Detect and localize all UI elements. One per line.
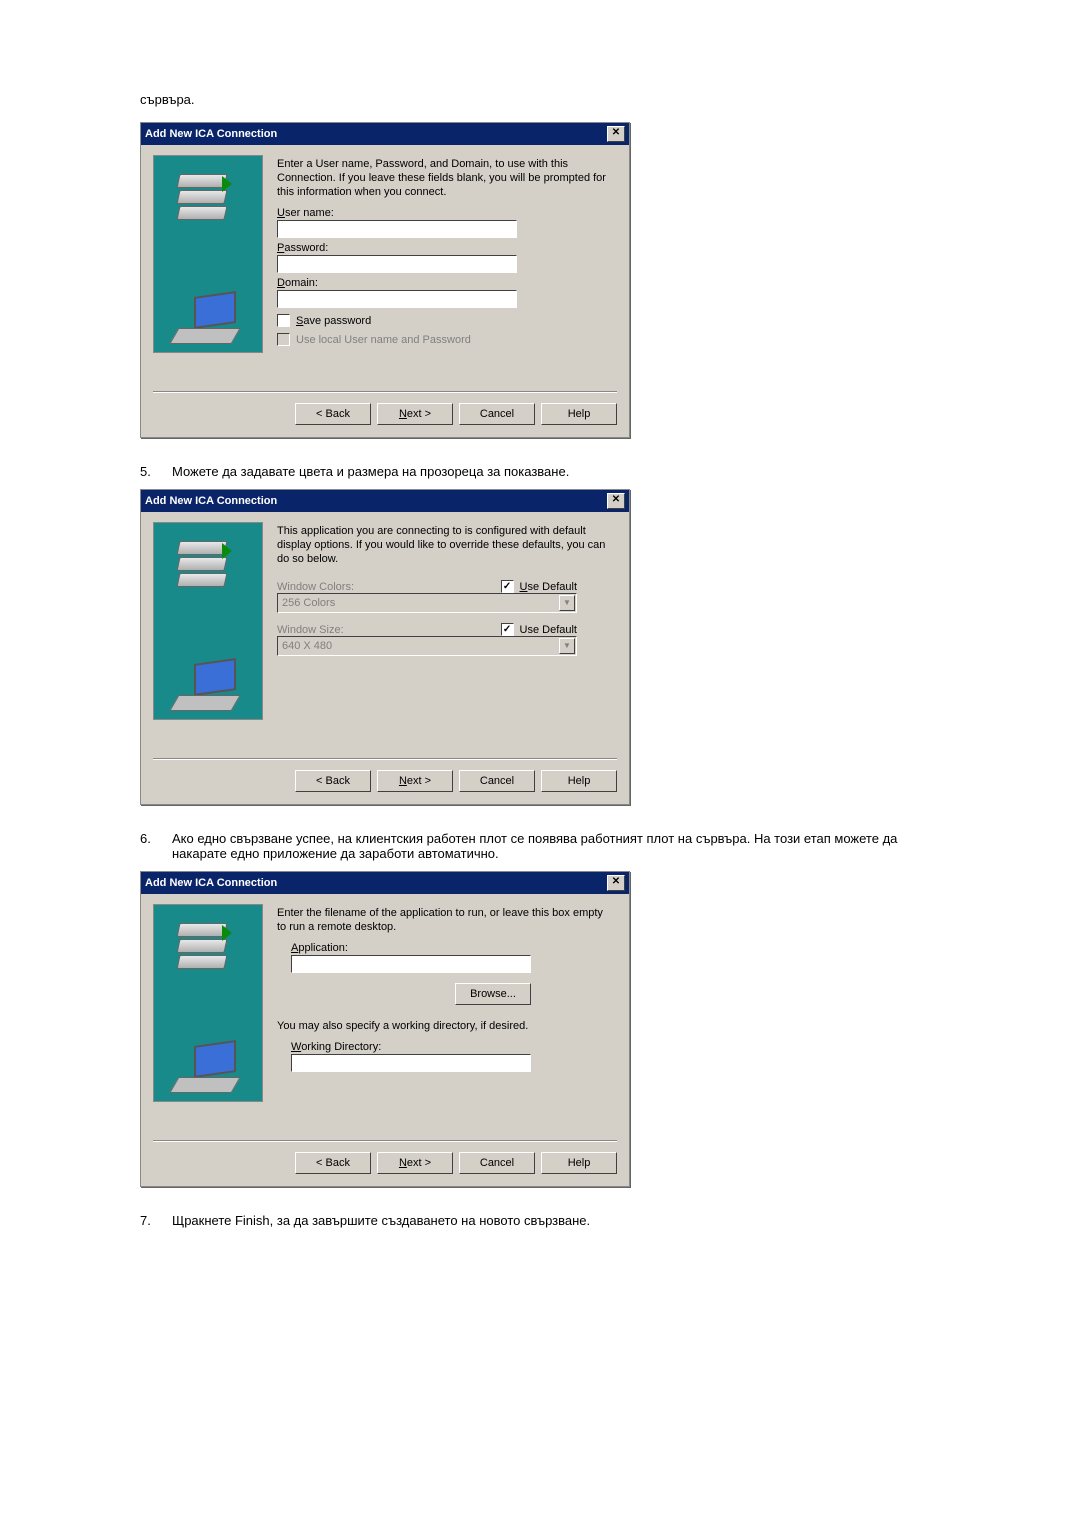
title-bar: Add New ICA Connection ✕ (141, 123, 629, 145)
back-button[interactable]: < Back (295, 770, 371, 792)
application-label: Application: (291, 942, 611, 954)
save-password-label: Save password (296, 315, 371, 327)
dialog-credentials: Add New ICA Connection ✕ Enter a User na… (140, 122, 630, 438)
working-directory-label: Working Directory: (291, 1041, 611, 1053)
size-use-default-checkbox[interactable] (501, 623, 514, 636)
next-button[interactable]: Next > (377, 1152, 453, 1174)
close-icon[interactable]: ✕ (607, 875, 625, 891)
dialog-display-options: Add New ICA Connection ✕ This applicatio… (140, 489, 630, 805)
username-label: User name: (277, 207, 611, 219)
step-text: Ако едно свързване успее, на клиентския … (172, 831, 940, 861)
chevron-down-icon: ▼ (559, 638, 575, 654)
instruction-text: This application you are connecting to i… (277, 524, 611, 567)
instruction-text: Enter a User name, Password, and Domain,… (277, 157, 611, 200)
save-password-checkbox[interactable] (277, 314, 290, 327)
title-bar: Add New ICA Connection ✕ (141, 872, 629, 894)
window-colors-label: Window Colors: (277, 581, 354, 593)
dialog-title: Add New ICA Connection (145, 128, 277, 140)
window-colors-select: 256 Colors ▼ (277, 593, 577, 613)
cancel-button[interactable]: Cancel (459, 403, 535, 425)
wizard-graphic (153, 155, 263, 353)
step-text: Щракнете Finish, за да завършите създава… (172, 1213, 940, 1228)
application-input[interactable] (291, 955, 531, 973)
browse-button[interactable]: Browse... (455, 983, 531, 1005)
next-button[interactable]: Next > (377, 770, 453, 792)
intro-text: сървъра. (140, 90, 940, 110)
domain-input[interactable] (277, 290, 517, 308)
working-directory-input[interactable] (291, 1054, 531, 1072)
step-number: 5. (140, 464, 160, 479)
back-button[interactable]: < Back (295, 403, 371, 425)
dialog-application: Add New ICA Connection ✕ Enter the filen… (140, 871, 630, 1187)
help-button[interactable]: Help (541, 1152, 617, 1174)
window-size-select: 640 X 480 ▼ (277, 636, 577, 656)
working-dir-instruction: You may also specify a working directory… (277, 1019, 611, 1033)
window-size-label: Window Size: (277, 624, 344, 636)
step-number: 6. (140, 831, 160, 846)
dialog-title: Add New ICA Connection (145, 877, 277, 889)
chevron-down-icon: ▼ (559, 595, 575, 611)
step-number: 7. (140, 1213, 160, 1228)
cancel-button[interactable]: Cancel (459, 1152, 535, 1174)
domain-label: Domain: (277, 277, 611, 289)
step-text: Можете да задавате цвета и размера на пр… (172, 464, 940, 479)
close-icon[interactable]: ✕ (607, 493, 625, 509)
close-icon[interactable]: ✕ (607, 126, 625, 142)
wizard-graphic (153, 522, 263, 720)
title-bar: Add New ICA Connection ✕ (141, 490, 629, 512)
username-input[interactable] (277, 220, 517, 238)
instruction-text: Enter the filename of the application to… (277, 906, 611, 935)
use-default-label: Use Default (520, 581, 577, 593)
password-label: Password: (277, 242, 611, 254)
help-button[interactable]: Help (541, 403, 617, 425)
next-button[interactable]: Next > (377, 403, 453, 425)
help-button[interactable]: Help (541, 770, 617, 792)
back-button[interactable]: < Back (295, 1152, 371, 1174)
cancel-button[interactable]: Cancel (459, 770, 535, 792)
use-local-checkbox (277, 333, 290, 346)
colors-use-default-checkbox[interactable] (501, 580, 514, 593)
use-local-label: Use local User name and Password (296, 334, 471, 346)
use-default-label: Use Default (520, 624, 577, 636)
dialog-title: Add New ICA Connection (145, 495, 277, 507)
password-input[interactable] (277, 255, 517, 273)
wizard-graphic (153, 904, 263, 1102)
